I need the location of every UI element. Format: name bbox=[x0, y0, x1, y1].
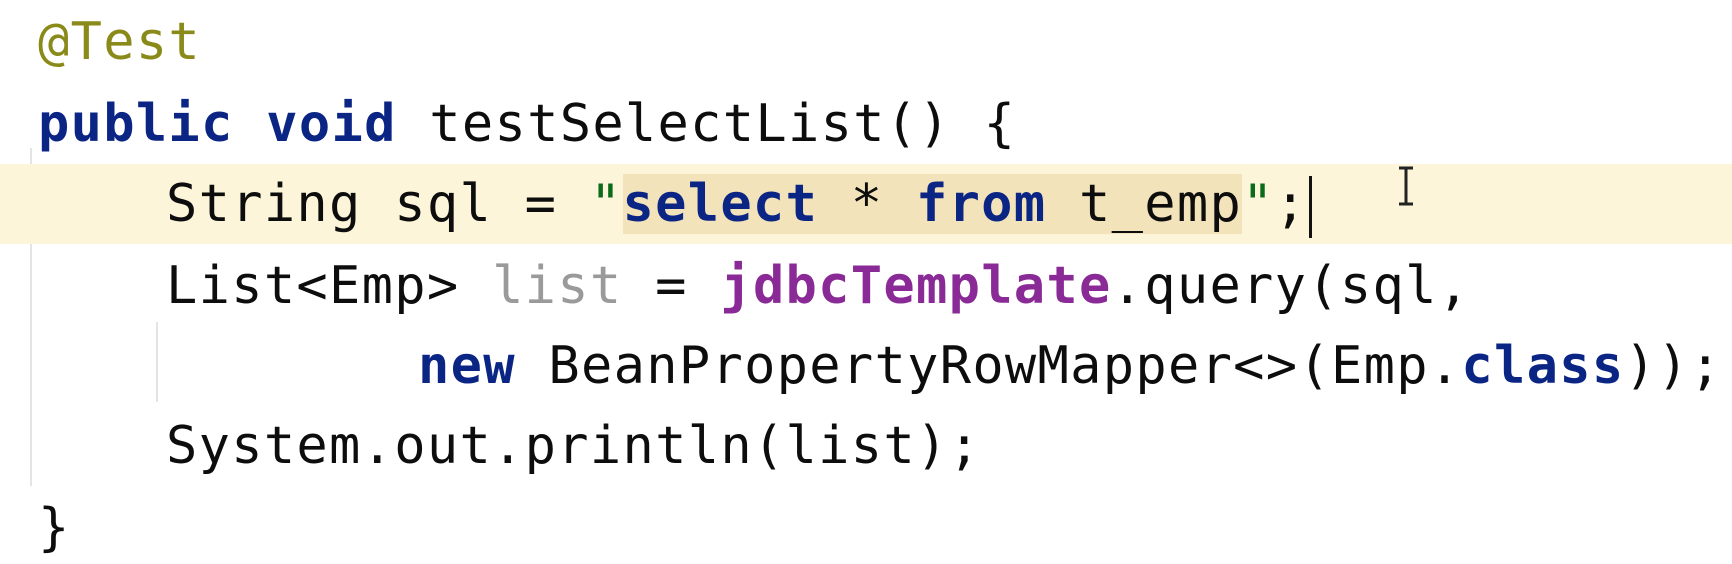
annotation-test: @Test bbox=[38, 12, 202, 72]
code-line-7[interactable]: } bbox=[0, 488, 1732, 564]
code-line-1[interactable]: @Test bbox=[0, 2, 1732, 82]
text-caret bbox=[1309, 176, 1313, 238]
code-line-4[interactable]: List<Emp> list = jdbcTemplate.query(sql, bbox=[0, 246, 1732, 326]
assign-operator: = bbox=[622, 256, 721, 316]
i-beam-cursor-icon bbox=[1399, 166, 1413, 206]
string-quote-close: " bbox=[1242, 174, 1275, 234]
list-type-decl: List<Emp> bbox=[166, 256, 493, 316]
string-type-decl: String sql = bbox=[166, 174, 590, 234]
row-mapper-arg: new BeanPropertyRowMapper<>(Emp.class)); bbox=[418, 326, 1722, 406]
code-line-6[interactable]: System.out.println(list); bbox=[0, 406, 1732, 486]
unused-variable-list: list bbox=[492, 256, 623, 316]
closing-brace: } bbox=[38, 498, 71, 558]
string-quote-open: " bbox=[589, 174, 623, 234]
closing-parens: )); bbox=[1624, 336, 1723, 396]
field-jdbc-template: jdbcTemplate bbox=[720, 256, 1112, 316]
sql-table-name: t_emp bbox=[1046, 174, 1243, 234]
sql-declaration: String sql = "select * from t_emp"; bbox=[166, 164, 1313, 244]
keyword-new: new bbox=[418, 336, 516, 396]
constructor-call: BeanPropertyRowMapper<>(Emp. bbox=[515, 336, 1462, 396]
sql-star: * bbox=[818, 174, 916, 234]
keyword-void: void bbox=[266, 94, 397, 154]
method-name: testSelectList() { bbox=[429, 94, 1017, 154]
query-call: .query(sql, bbox=[1111, 256, 1471, 316]
code-line-2[interactable]: public void testSelectList() { bbox=[0, 84, 1732, 164]
sql-keyword-from: from bbox=[915, 174, 1047, 234]
keyword-class: class bbox=[1461, 336, 1625, 396]
keyword-public: public bbox=[38, 94, 234, 154]
code-editor[interactable]: @Test public void testSelectList() { Str… bbox=[0, 0, 1732, 564]
method-signature: public void testSelectList() { bbox=[38, 84, 1016, 164]
list-query-call: List<Emp> list = jdbcTemplate.query(sql, bbox=[166, 246, 1470, 326]
println-call: System.out.println(list); bbox=[166, 416, 982, 476]
semicolon: ; bbox=[1274, 174, 1308, 234]
sql-keyword-select: select bbox=[622, 174, 819, 234]
code-line-3-current[interactable]: String sql = "select * from t_emp"; bbox=[0, 164, 1732, 244]
code-line-5[interactable]: new BeanPropertyRowMapper<>(Emp.class)); bbox=[0, 326, 1732, 406]
